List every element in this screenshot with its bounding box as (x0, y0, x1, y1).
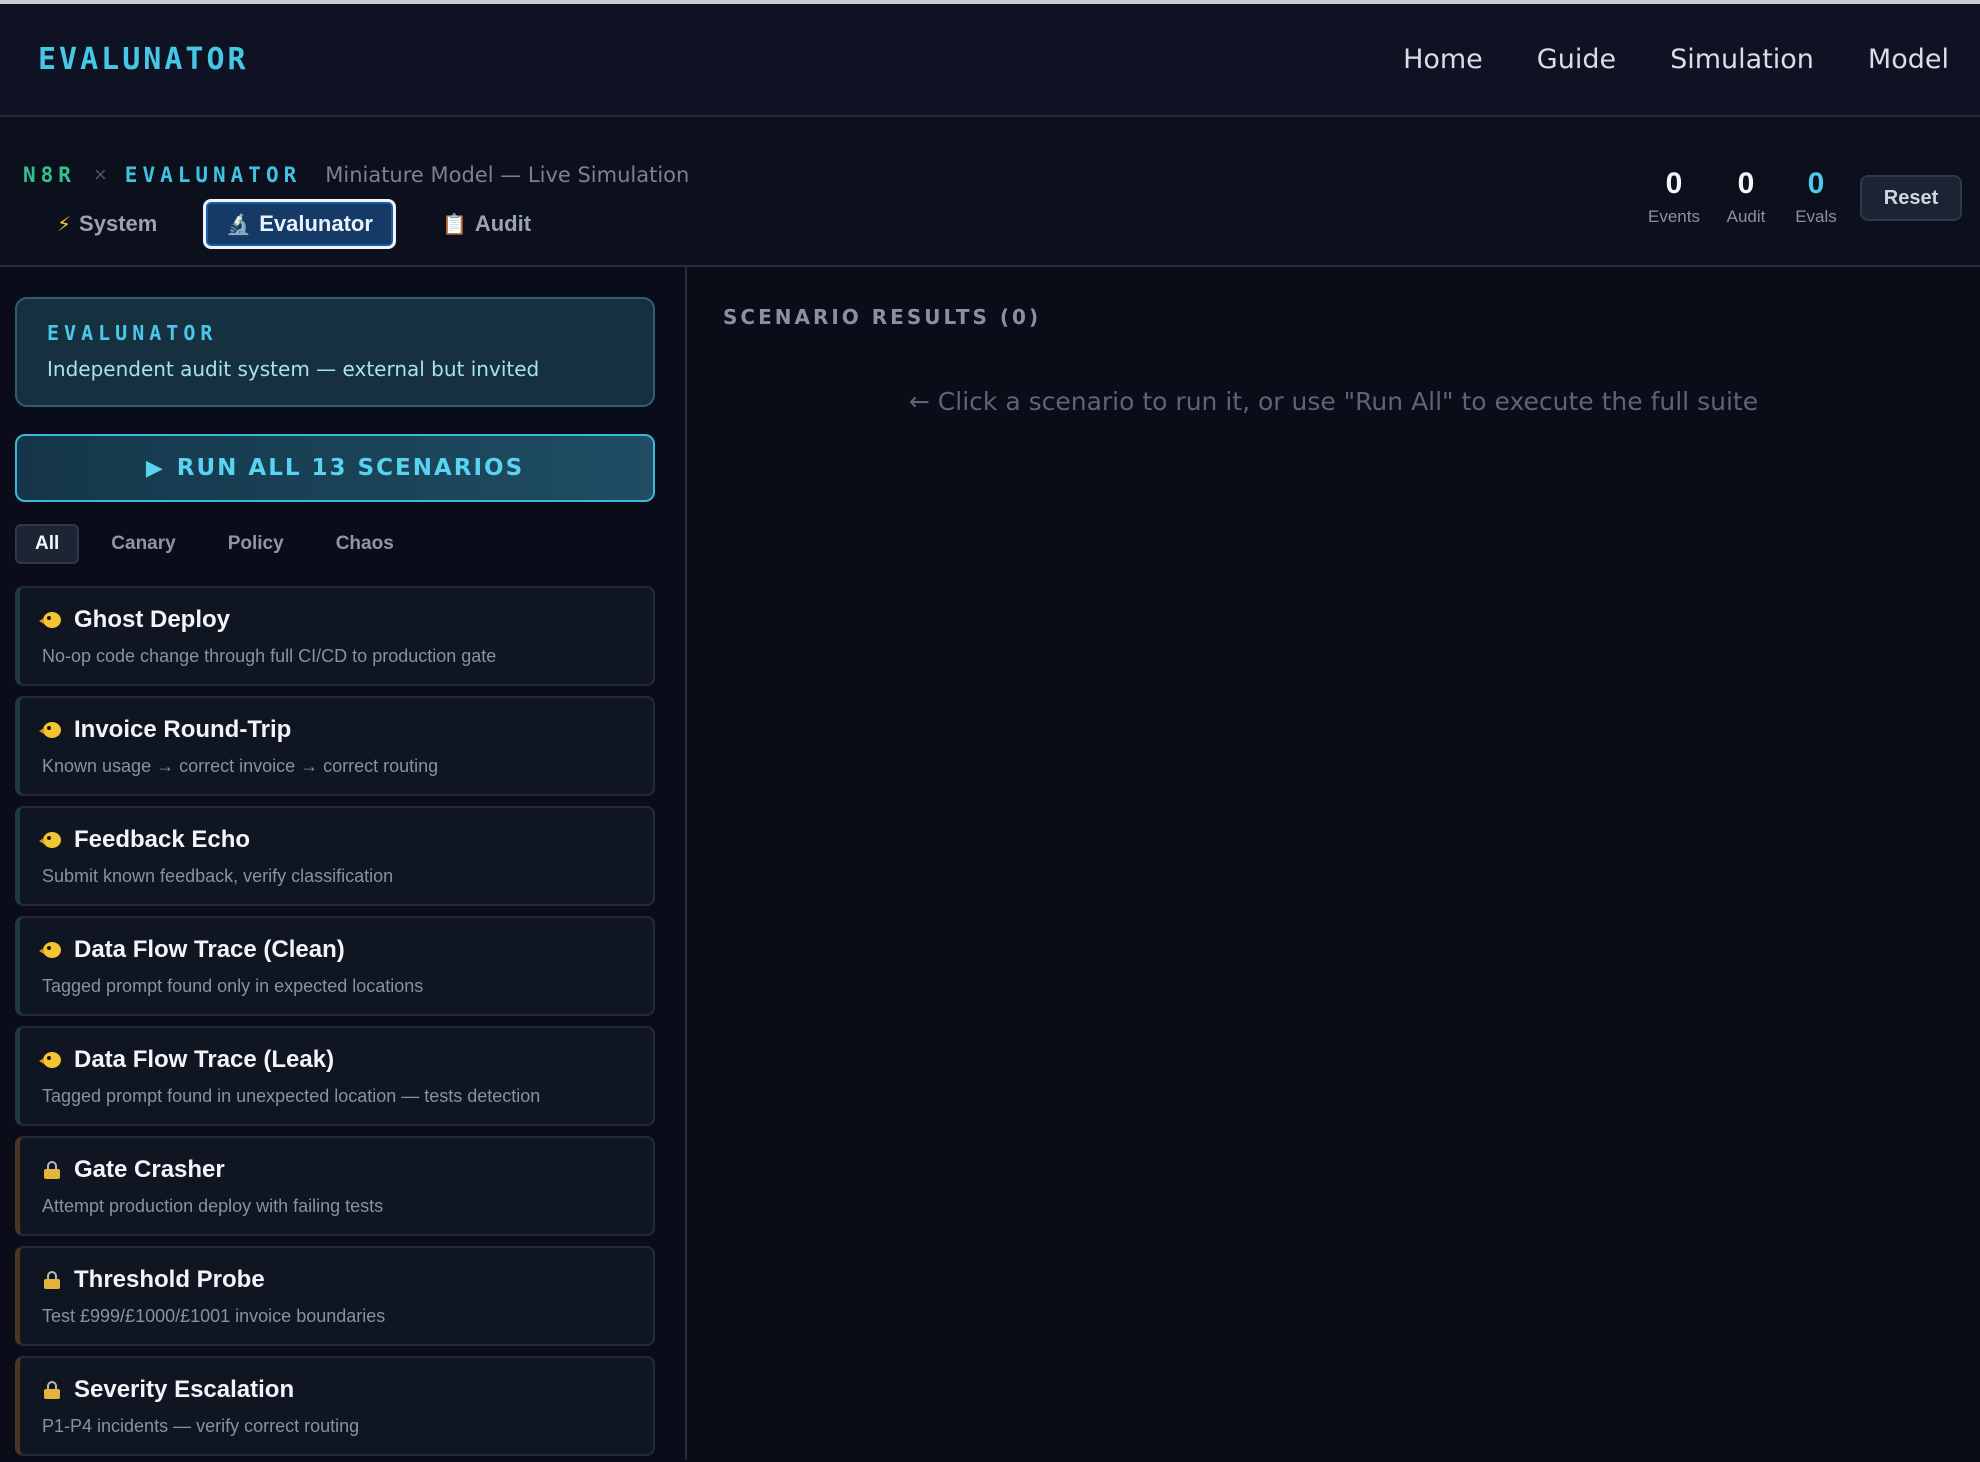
scenario-title: Gate Crasher (74, 1156, 225, 1183)
lock-icon (42, 1270, 62, 1290)
stats-counters: 0 Events 0 Audit 0 Evals (1648, 167, 1840, 227)
nav-link-simulation[interactable]: Simulation (1670, 44, 1814, 75)
canary-icon (39, 610, 62, 630)
stat-events: 0 Events (1648, 167, 1700, 227)
scenario-item[interactable]: Threshold Probe Test £999/£1000/£1001 in… (15, 1246, 655, 1346)
stat-audit-label: Audit (1726, 207, 1766, 226)
nav-link-model[interactable]: Model (1868, 44, 1949, 75)
scenario-description: Tagged prompt found in unexpected locati… (42, 1086, 541, 1106)
tab-audit-label: Audit (474, 211, 532, 236)
main-nav: Home Guide Simulation Model (1403, 44, 1949, 75)
scenario-description: Known usage → correct invoice → correct … (42, 756, 439, 776)
lock-icon (42, 1380, 62, 1400)
clipboard-icon: 📋 (441, 213, 467, 236)
crumb-separator: × (93, 162, 107, 187)
scenario-title: Severity Escalation (74, 1376, 295, 1403)
scenario-item[interactable]: Data Flow Trace (Clean) Tagged prompt fo… (15, 916, 655, 1016)
run-all-button[interactable]: ▶ RUN ALL 13 SCENARIOS (15, 434, 655, 502)
run-all-label: RUN ALL 13 SCENARIOS (176, 455, 525, 481)
tab-audit[interactable]: 📋 Audit (420, 199, 553, 249)
view-tabs: ⚡ System 🔬 Evalunator 📋 Audit (35, 199, 553, 249)
page-subtitle: Miniature Model — Live Simulation (325, 163, 690, 187)
stat-evals-value: 0 (1807, 167, 1825, 200)
scenario-description: Attempt production deploy with failing t… (42, 1196, 384, 1216)
info-card-title: EVALUNATOR (47, 321, 218, 345)
scenario-title: Feedback Echo (74, 826, 251, 853)
breadcrumb: N8R × EVALUNATOR Miniature Model — Live … (23, 162, 689, 188)
empty-state-hint: ← Click a scenario to run it, or use "Ru… (908, 387, 1759, 416)
stat-audit: 0 Audit (1722, 167, 1770, 227)
filter-chaos[interactable]: Chaos (316, 524, 414, 564)
canary-icon (39, 720, 62, 740)
scenario-title: Threshold Probe (74, 1266, 265, 1293)
stat-evals-label: Evals (1795, 207, 1837, 226)
scenario-description: Test £999/£1000/£1001 invoice boundaries (42, 1306, 386, 1326)
scenario-description: Tagged prompt found only in expected loc… (42, 976, 424, 996)
info-card-subtitle: Independent audit system — external but … (47, 357, 540, 381)
microscope-icon: 🔬 (226, 213, 252, 236)
evalunator-info-card: EVALUNATOR Independent audit system — ex… (15, 297, 655, 407)
tab-system-label: System (79, 211, 158, 236)
scenario-item[interactable]: Ghost Deploy No-op code change through f… (15, 586, 655, 686)
canary-icon (39, 940, 62, 960)
filter-all[interactable]: All (15, 524, 80, 564)
scenario-description: No-op code change through full CI/CD to … (42, 646, 497, 666)
tab-system[interactable]: ⚡ System (35, 199, 179, 249)
main-area: EVALUNATOR Independent audit system — ex… (0, 267, 1980, 1460)
play-icon: ▶ (145, 455, 165, 481)
canary-icon (39, 830, 62, 850)
stat-events-value: 0 (1665, 167, 1683, 200)
stat-events-label: Events (1648, 207, 1700, 226)
crumb-n8r: N8R (23, 163, 76, 187)
filter-policy[interactable]: Policy (208, 524, 304, 564)
results-panel: SCENARIO RESULTS (0) ← Click a scenario … (687, 267, 1980, 1460)
tab-evalunator-label: Evalunator (259, 211, 373, 236)
nav-link-home[interactable]: Home (1403, 44, 1483, 75)
lock-icon (42, 1160, 62, 1180)
scenario-item[interactable]: Gate Crasher Attempt production deploy w… (15, 1136, 655, 1236)
scenario-item[interactable]: Feedback Echo Submit known feedback, ver… (15, 806, 655, 906)
stat-audit-value: 0 (1737, 167, 1755, 200)
scenario-filter-tabs: All Canary Policy Chaos (15, 524, 655, 564)
nav-link-guide[interactable]: Guide (1537, 44, 1616, 75)
stat-evals: 0 Evals (1792, 167, 1840, 227)
scenario-title: Ghost Deploy (74, 606, 231, 633)
scenario-list: Ghost Deploy No-op code change through f… (15, 586, 655, 1456)
scenario-panel: EVALUNATOR Independent audit system — ex… (0, 267, 687, 1460)
scenario-item[interactable]: Severity Escalation P1-P4 incidents — ve… (15, 1356, 655, 1456)
scenario-title: Invoice Round-Trip (74, 716, 292, 743)
sub-header: N8R × EVALUNATOR Miniature Model — Live … (0, 117, 1980, 267)
scenario-title: Data Flow Trace (Clean) (74, 936, 345, 963)
top-navbar: EVALUNATOR Home Guide Simulation Model (0, 4, 1980, 117)
results-heading: SCENARIO RESULTS (0) (723, 305, 1042, 329)
brand-logo[interactable]: EVALUNATOR (38, 42, 249, 77)
crumb-evalunator: EVALUNATOR (124, 163, 302, 187)
scenario-description: P1-P4 incidents — verify correct routing (42, 1416, 360, 1436)
scenario-item[interactable]: Invoice Round-Trip Known usage → correct… (15, 696, 655, 796)
lightning-icon: ⚡ (57, 213, 72, 236)
scenario-description: Submit known feedback, verify classifica… (42, 866, 394, 886)
scenario-title: Data Flow Trace (Leak) (74, 1046, 335, 1073)
reset-button[interactable]: Reset (1860, 175, 1962, 221)
canary-icon (39, 1050, 62, 1070)
filter-canary[interactable]: Canary (91, 524, 195, 564)
tab-evalunator[interactable]: 🔬 Evalunator (203, 199, 396, 249)
scenario-item[interactable]: Data Flow Trace (Leak) Tagged prompt fou… (15, 1026, 655, 1126)
